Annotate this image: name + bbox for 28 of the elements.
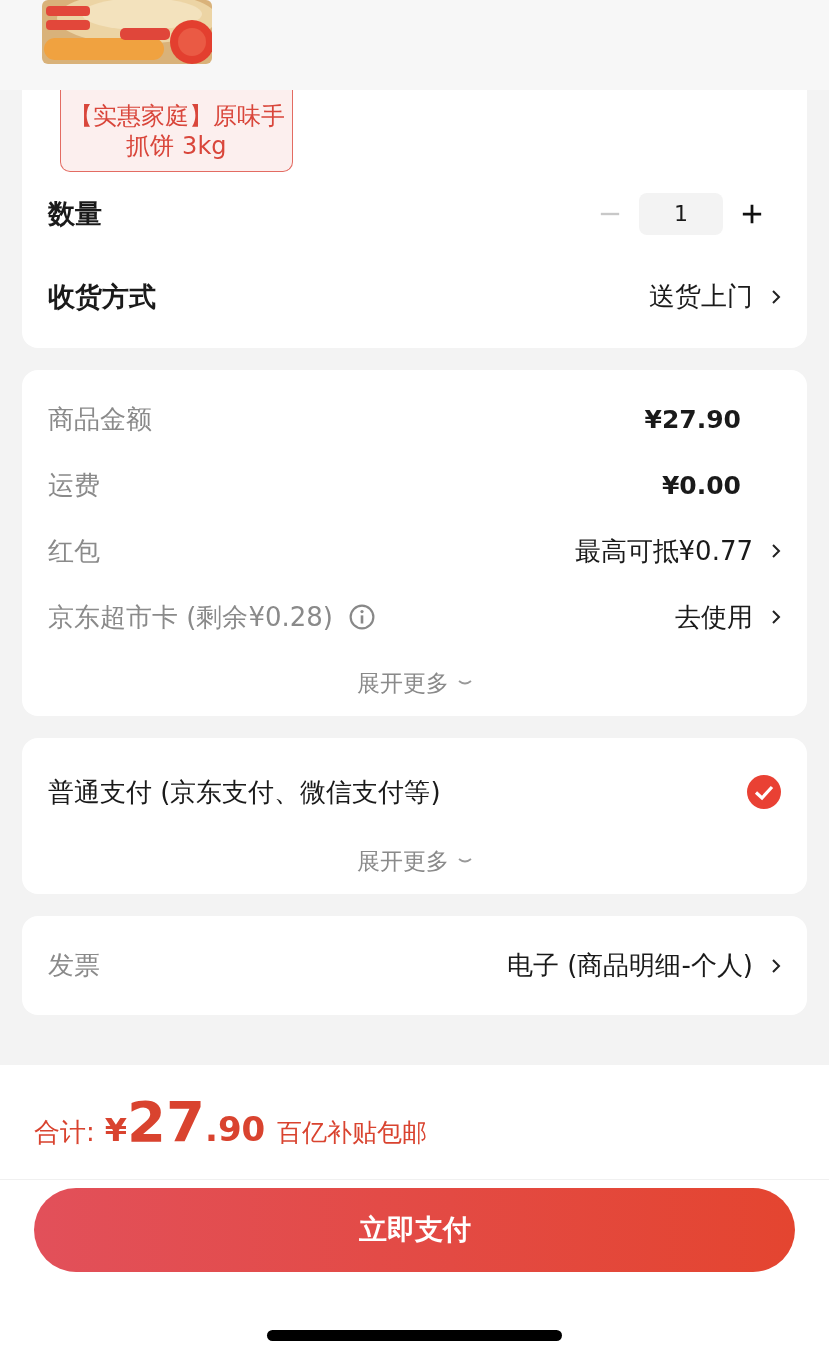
price-label: 红包 — [48, 534, 100, 568]
quantity-field[interactable]: 1 — [639, 192, 723, 235]
invoice-value[interactable]: 电子 (商品明细-个人) — [507, 948, 753, 983]
invoice-label: 发票 — [48, 949, 100, 982]
option-label: 收货方式 — [48, 279, 156, 314]
price-label: 运费 — [48, 468, 100, 502]
info-icon[interactable] — [349, 604, 375, 630]
shipping-note: 百亿补贴包邮 — [277, 1117, 428, 1149]
product-tag: 【实惠家庭】原味手 抓饼 3kg — [60, 90, 293, 172]
price-label: 商品金额 — [48, 402, 152, 436]
plus-icon — [741, 202, 763, 225]
pay-button[interactable]: 立即支付 — [34, 1188, 795, 1272]
chevron-right-icon — [771, 288, 781, 305]
price-label: 京东超市卡 (剩余¥0.28) — [48, 600, 333, 634]
price-value: ¥27.90 — [644, 404, 741, 434]
price-link[interactable]: 最高可抵¥0.77 — [574, 533, 753, 569]
chevron-right-icon — [771, 609, 781, 625]
minus-icon — [599, 211, 621, 216]
checked-icon[interactable] — [747, 775, 781, 809]
total-label: 合计: — [34, 1116, 95, 1149]
price-value: ¥0.00 — [661, 470, 741, 500]
price-link[interactable]: 去使用 — [675, 599, 753, 635]
payment-option[interactable]: 普通支付 (京东支付、微信支付等) — [48, 774, 441, 810]
option-label: 数量 — [48, 196, 102, 231]
chevron-right-icon — [771, 543, 781, 559]
chevron-right-icon — [771, 957, 781, 974]
option-value[interactable]: 送货上门 — [649, 279, 753, 314]
total-price: ¥27.90 — [104, 1089, 266, 1154]
